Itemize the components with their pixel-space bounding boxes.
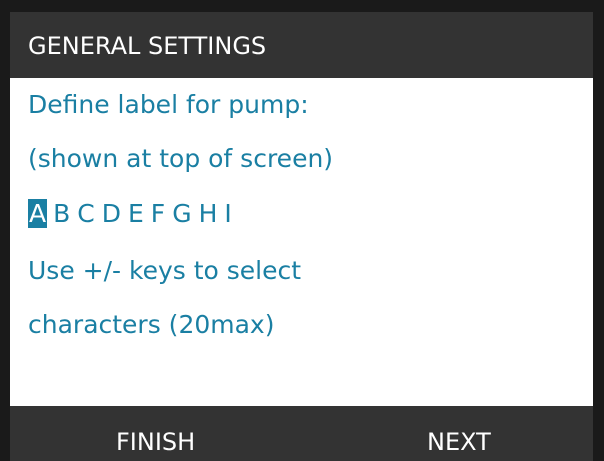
label-char[interactable]: C <box>77 199 94 228</box>
label-char[interactable]: G <box>172 199 191 228</box>
label-character-row[interactable]: A B C D E F G H I <box>28 199 239 228</box>
label-char-selected[interactable]: A <box>28 199 48 228</box>
label-char[interactable]: I <box>224 199 231 228</box>
pump-display: GENERAL SETTINGS Define label for pump: … <box>0 0 604 461</box>
help-line-1: Use +/- keys to select <box>28 256 302 285</box>
label-char[interactable]: F <box>151 199 165 228</box>
label-char[interactable]: E <box>128 199 144 228</box>
screen: GENERAL SETTINGS Define label for pump: … <box>10 12 593 461</box>
prompt-line-1: Define label for pump: <box>28 90 309 119</box>
finish-button[interactable]: FINISH <box>116 428 195 456</box>
label-char[interactable]: H <box>199 199 218 228</box>
label-char[interactable]: D <box>102 199 121 228</box>
page-title: GENERAL SETTINGS <box>28 32 267 60</box>
prompt-line-2: (shown at top of screen) <box>28 144 334 173</box>
label-char[interactable]: B <box>53 199 70 228</box>
title-bar: GENERAL SETTINGS <box>10 12 593 78</box>
help-line-2: characters (20max) <box>28 310 275 339</box>
content-area: Define label for pump: (shown at top of … <box>10 78 593 406</box>
next-button[interactable]: NEXT <box>427 428 491 456</box>
softkey-bar: FINISH NEXT <box>10 406 593 461</box>
